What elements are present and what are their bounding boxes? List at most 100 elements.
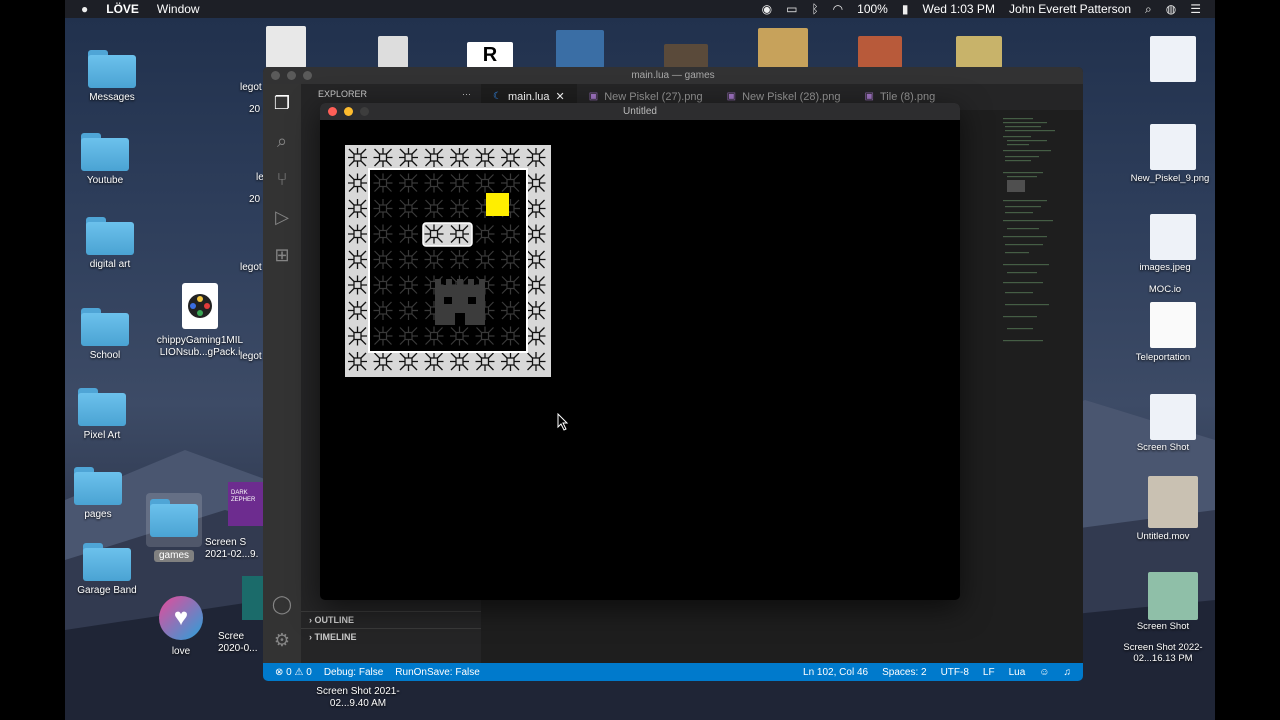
- file-icon: [182, 283, 218, 329]
- minimize-button[interactable]: [287, 71, 296, 80]
- extensions-icon[interactable]: ⊞: [263, 236, 301, 274]
- lego-label: legot: [240, 82, 262, 93]
- cursor-position[interactable]: Ln 102, Col 46: [803, 667, 868, 678]
- explorer-title: EXPLORER: [318, 89, 368, 99]
- folder-youtube[interactable]: Youtube: [60, 133, 150, 187]
- wifi-icon[interactable]: ◠: [833, 2, 843, 16]
- zoom-button[interactable]: [360, 107, 369, 116]
- file-label: images.jpeg: [1139, 262, 1191, 273]
- thumbnail-file[interactable]: [956, 36, 1002, 68]
- folder-icon: [81, 308, 129, 346]
- thumbnail-text: DARK ZEPHER: [231, 490, 256, 503]
- user-name[interactable]: John Everett Patterson: [1009, 2, 1131, 16]
- folder-label: digital art: [89, 259, 131, 270]
- bell-icon[interactable]: ♫: [1064, 667, 1072, 678]
- thumbnail-file[interactable]: [266, 26, 306, 68]
- document-file-icon[interactable]: [1150, 302, 1196, 348]
- thumbnail-file[interactable]: [664, 44, 708, 68]
- menu-window[interactable]: Window: [157, 2, 200, 16]
- source-control-icon[interactable]: ⑂: [263, 160, 301, 198]
- language-status[interactable]: Lua: [1009, 667, 1026, 678]
- jpeg-file-icon[interactable]: [1150, 214, 1196, 260]
- minimap[interactable]: [1001, 116, 1071, 366]
- thumbnail-file[interactable]: [556, 30, 604, 68]
- bluetooth-icon[interactable]: ᛒ: [811, 2, 818, 16]
- thumbnail-file[interactable]: [858, 36, 902, 68]
- folder-messages[interactable]: Messages: [67, 50, 157, 104]
- jpeg-file-icon[interactable]: [1150, 124, 1196, 170]
- mouse-cursor-icon: [557, 413, 569, 431]
- lego-label: legot: [240, 262, 262, 273]
- timeline-label: TIMELINE: [314, 632, 357, 642]
- files-icon[interactable]: ❐: [263, 84, 301, 122]
- outline-section[interactable]: › OUTLINE: [301, 611, 481, 628]
- run-debug-icon[interactable]: ▷: [263, 198, 301, 236]
- siri-icon[interactable]: ◍: [1166, 2, 1176, 16]
- minimize-button[interactable]: [344, 107, 353, 116]
- debug-status[interactable]: Debug: False: [324, 667, 383, 678]
- menu-bar: ● LÖVE Window ◉ ▭ ᛒ ◠ 100% ▮ Wed 1:03 PM…: [65, 0, 1215, 18]
- folder-school[interactable]: School: [60, 308, 150, 362]
- chevron-right-icon: ›: [309, 632, 312, 642]
- folder-icon: [81, 133, 129, 171]
- thumbnail-file[interactable]: [378, 36, 408, 68]
- thumbnail-file[interactable]: R: [467, 42, 513, 68]
- folder-garage-band[interactable]: Garage Band: [62, 543, 152, 597]
- menu-app-name[interactable]: LÖVE: [106, 2, 139, 16]
- apple-icon[interactable]: ●: [81, 2, 88, 16]
- image-file-icon[interactable]: [1148, 572, 1198, 620]
- folder-icon: [86, 217, 134, 255]
- app-label: love: [171, 646, 191, 657]
- game-canvas[interactable]: [345, 145, 551, 377]
- folder-pixel-art[interactable]: Pixel Art: [57, 388, 147, 442]
- lego-label: 20: [249, 194, 261, 205]
- file-chippy[interactable]: chippyGaming1MIL LIONsub...gPack.i: [155, 283, 245, 359]
- encoding-status[interactable]: UTF-8: [941, 667, 969, 678]
- folder-pages[interactable]: pages: [53, 467, 143, 521]
- close-button[interactable]: [328, 107, 337, 116]
- thumbnail-file[interactable]: [758, 28, 808, 68]
- feedback-icon[interactable]: ☺: [1039, 667, 1049, 678]
- image-file-icon[interactable]: [1150, 394, 1196, 440]
- file-label: chippyGaming1MIL LIONsub...gPack.i: [156, 335, 244, 358]
- file-label: New_Piskel_9.png: [1130, 173, 1210, 184]
- folder-games[interactable]: games: [146, 493, 202, 562]
- account-icon[interactable]: ◯: [263, 585, 301, 623]
- gear-icon[interactable]: ⚙: [263, 621, 301, 659]
- folder-digital-art[interactable]: digital art: [65, 217, 155, 271]
- battery-icon[interactable]: ▮: [902, 2, 909, 16]
- search-icon[interactable]: ⌕: [1145, 2, 1152, 17]
- record-icon[interactable]: ◉: [762, 2, 772, 16]
- love-window: Untitled: [320, 103, 960, 600]
- thumbnail-teal[interactable]: [242, 576, 264, 620]
- lego-label: 20: [249, 104, 261, 115]
- file-label: Teleportation: [1135, 352, 1191, 363]
- airplay-icon[interactable]: ▭: [786, 2, 797, 16]
- problems-status[interactable]: ⊗ 0 ⚠ 0: [275, 667, 312, 678]
- heart-icon: ♥: [159, 596, 203, 640]
- file-label: Untitled.mov: [1136, 531, 1190, 542]
- video-file-icon[interactable]: [1148, 476, 1198, 528]
- battery-percent[interactable]: 100%: [857, 2, 888, 16]
- clock[interactable]: Wed 1:03 PM: [922, 2, 994, 16]
- runonsave-status[interactable]: RunOnSave: False: [395, 667, 480, 678]
- castle-sprite: [435, 279, 485, 325]
- window-controls: [328, 107, 369, 116]
- folder-icon: [150, 499, 198, 537]
- control-center-icon[interactable]: ☰: [1190, 2, 1201, 16]
- indentation-status[interactable]: Spaces: 2: [882, 667, 926, 678]
- close-button[interactable]: [271, 71, 280, 80]
- explorer-header: EXPLORER ···: [301, 84, 481, 104]
- thumbnail-dark-zepher[interactable]: DARK ZEPHER: [228, 482, 264, 526]
- folder-label: Pixel Art: [83, 430, 121, 441]
- zoom-button[interactable]: [303, 71, 312, 80]
- outline-label: OUTLINE: [314, 615, 355, 625]
- png-file-icon[interactable]: [1150, 36, 1196, 82]
- screen-shot-label-1: Screen S 2021-02...9.: [205, 537, 259, 560]
- search-icon[interactable]: ⌕: [263, 122, 301, 160]
- eol-status[interactable]: LF: [983, 667, 995, 678]
- folder-label: Youtube: [86, 175, 124, 186]
- more-actions-icon[interactable]: ···: [462, 84, 481, 104]
- app-love[interactable]: ♥ love: [136, 596, 226, 658]
- timeline-section[interactable]: › TIMELINE: [301, 628, 481, 645]
